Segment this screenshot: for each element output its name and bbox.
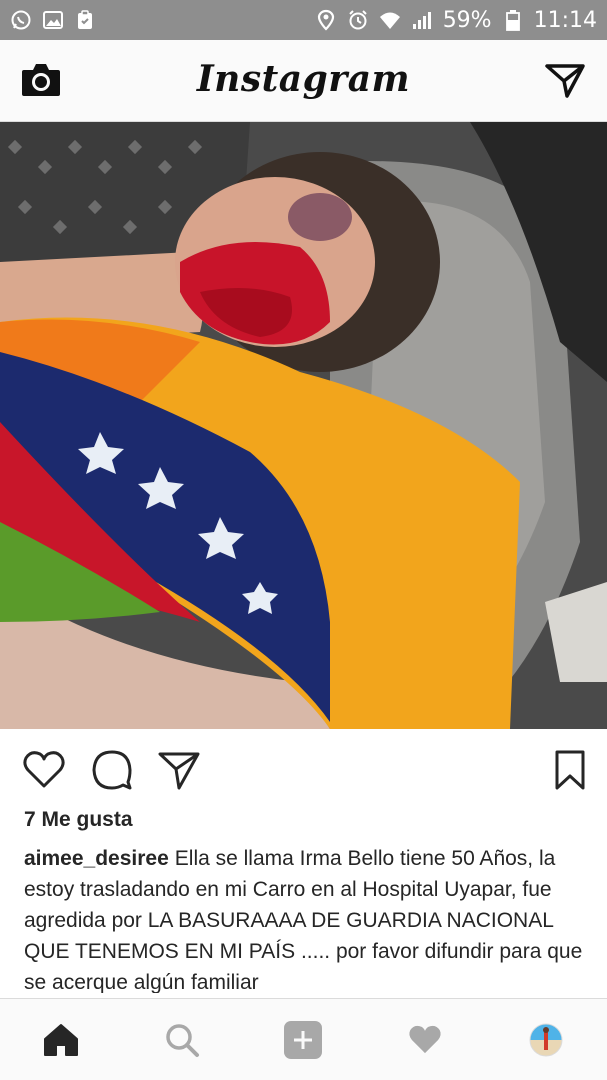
- instagram-logo: Instagram: [196, 58, 411, 100]
- share-icon[interactable]: [157, 748, 201, 792]
- comment-icon[interactable]: [90, 748, 134, 792]
- bottom-nav: [0, 998, 607, 1080]
- profile-avatar[interactable]: [524, 1018, 568, 1062]
- likes-count[interactable]: 7 Me gusta: [24, 808, 133, 832]
- add-post-icon[interactable]: [281, 1018, 325, 1062]
- wifi-icon: [379, 9, 401, 31]
- whatsapp-icon: [10, 9, 32, 31]
- post-photo[interactable]: [0, 122, 607, 729]
- app-header: Instagram: [0, 40, 607, 122]
- image-icon: [42, 9, 64, 31]
- status-left-icons: [10, 9, 96, 31]
- alarm-icon: [347, 9, 369, 31]
- clipboard-icon: [74, 9, 96, 31]
- post-caption: aimee_desiree Ella se llama Irma Bello ti…: [24, 843, 586, 993]
- heart-icon[interactable]: [22, 748, 66, 792]
- battery-icon: [502, 9, 524, 31]
- battery-percent: 59%: [442, 7, 492, 33]
- home-icon[interactable]: [39, 1018, 83, 1062]
- caption-username[interactable]: aimee_desiree: [24, 847, 169, 870]
- clock: 11:14: [533, 7, 597, 33]
- location-icon: [315, 9, 337, 31]
- status-right-icons: 59% 11:14: [315, 8, 597, 33]
- post-photo-image: [0, 122, 607, 729]
- search-icon[interactable]: [160, 1018, 204, 1062]
- activity-heart-icon[interactable]: [403, 1018, 447, 1062]
- signal-icon: [411, 9, 433, 31]
- bookmark-icon[interactable]: [548, 748, 592, 792]
- direct-message-icon[interactable]: [545, 62, 585, 100]
- post-actions: [0, 740, 607, 798]
- status-bar: 59% 11:14: [0, 0, 607, 40]
